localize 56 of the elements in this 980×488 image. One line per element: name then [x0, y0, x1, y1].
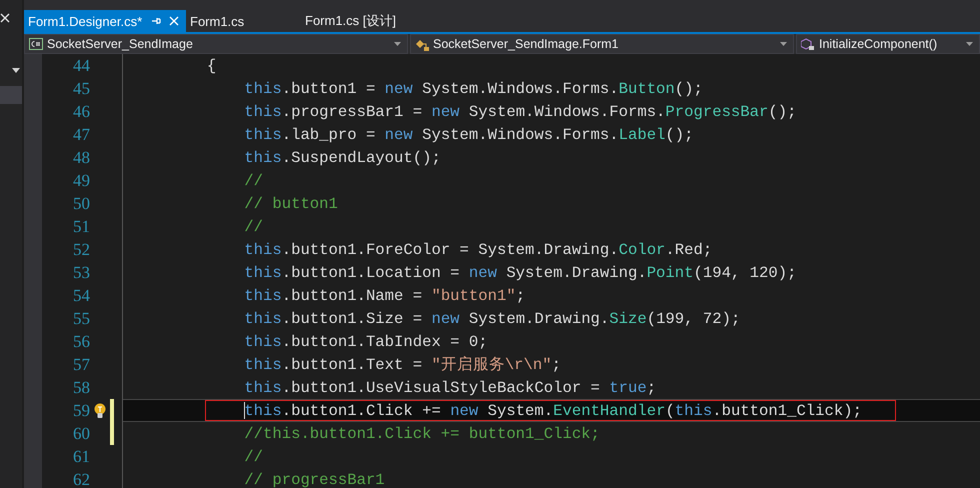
close-icon[interactable] — [0, 13, 10, 23]
navigation-dropdown[interactable]: SocketServer_SendImage.Form1 — [410, 34, 794, 54]
code-line: this.button1.Location = new System.Drawing.Point(194, 120); — [243, 264, 796, 282]
line-number: 57 — [72, 354, 90, 374]
editor-tab[interactable]: Form1.cs — [186, 10, 291, 32]
code-line: this.lab_pro = new System.Windows.Forms.Label(); — [243, 126, 694, 144]
line-number: 44 — [72, 56, 90, 76]
line-number: 62 — [72, 470, 90, 488]
code-line: this.button1.TabIndex = 0; — [243, 332, 488, 350]
editor-tab[interactable]: Form1.cs [设计] — [291, 10, 404, 32]
selected-row — [0, 86, 22, 104]
code-line: this.SuspendLayout(); — [243, 148, 441, 166]
caret-icon[interactable] — [12, 68, 20, 73]
line-number: 47 — [72, 124, 90, 144]
code-line: // button1 — [243, 194, 338, 212]
line-number: 52 — [72, 240, 90, 260]
lightbulb-icon[interactable] — [94, 402, 106, 418]
line-number: 46 — [72, 102, 90, 122]
line-number: 53 — [72, 262, 90, 282]
navigation-dropdown[interactable]: SocketServer_SendImage — [24, 34, 408, 54]
line-number: 50 — [72, 194, 90, 214]
csharp-file-icon — [29, 38, 43, 50]
code-line: this.button1 = new System.Windows.Forms.Button(); — [243, 80, 703, 98]
dropdown-arrow-icon[interactable] — [966, 42, 973, 46]
code-line: this.button1.Text = "开启服务\r\n"; — [243, 355, 561, 375]
line-number: 48 — [72, 148, 90, 168]
line-number: 61 — [72, 446, 90, 466]
class-icon — [415, 38, 429, 50]
line-number: 51 — [72, 216, 90, 236]
line-number: 58 — [72, 378, 90, 398]
line-number: 45 — [72, 78, 90, 98]
line-number: 60 — [72, 424, 90, 444]
line-number: 54 — [72, 286, 90, 306]
dropdown-arrow-icon[interactable] — [394, 42, 401, 46]
line-number: 59 — [72, 400, 90, 420]
code-line: //this.button1.Click += button1_Click; — [243, 424, 600, 442]
code-line: this.button1.Size = new System.Drawing.Size(199, 72); — [243, 310, 740, 328]
line-number: 56 — [72, 332, 90, 352]
code-line: // progressBar1 — [243, 470, 385, 488]
code-line: // — [243, 172, 264, 190]
code-line: { — [206, 56, 216, 74]
text-cursor — [244, 402, 246, 419]
line-number: 49 — [72, 170, 90, 190]
code-line: // — [243, 448, 264, 466]
code-line: // — [243, 218, 264, 236]
code-line: this.button1.Click += new System.EventHandler(this.button1_Click); — [243, 402, 862, 420]
dropdown-arrow-icon[interactable] — [780, 42, 787, 46]
line-number: 55 — [72, 308, 90, 328]
pin-icon[interactable] — [151, 16, 161, 26]
code-line: this.button1.ForeColor = System.Drawing.Color.Red; — [243, 240, 712, 258]
code-line: this.button1.Name = "button1"; — [243, 286, 526, 304]
editor-tab[interactable]: Form1.Designer.cs* — [24, 10, 186, 32]
locked-cube-icon — [801, 38, 815, 50]
code-line: this.progressBar1 = new System.Windows.Forms.ProgressBar(); — [243, 102, 796, 120]
code-line: this.button1.UseVisualStyleBackColor = true; — [243, 378, 656, 396]
navigation-dropdown[interactable]: InitializeComponent() — [796, 34, 980, 54]
